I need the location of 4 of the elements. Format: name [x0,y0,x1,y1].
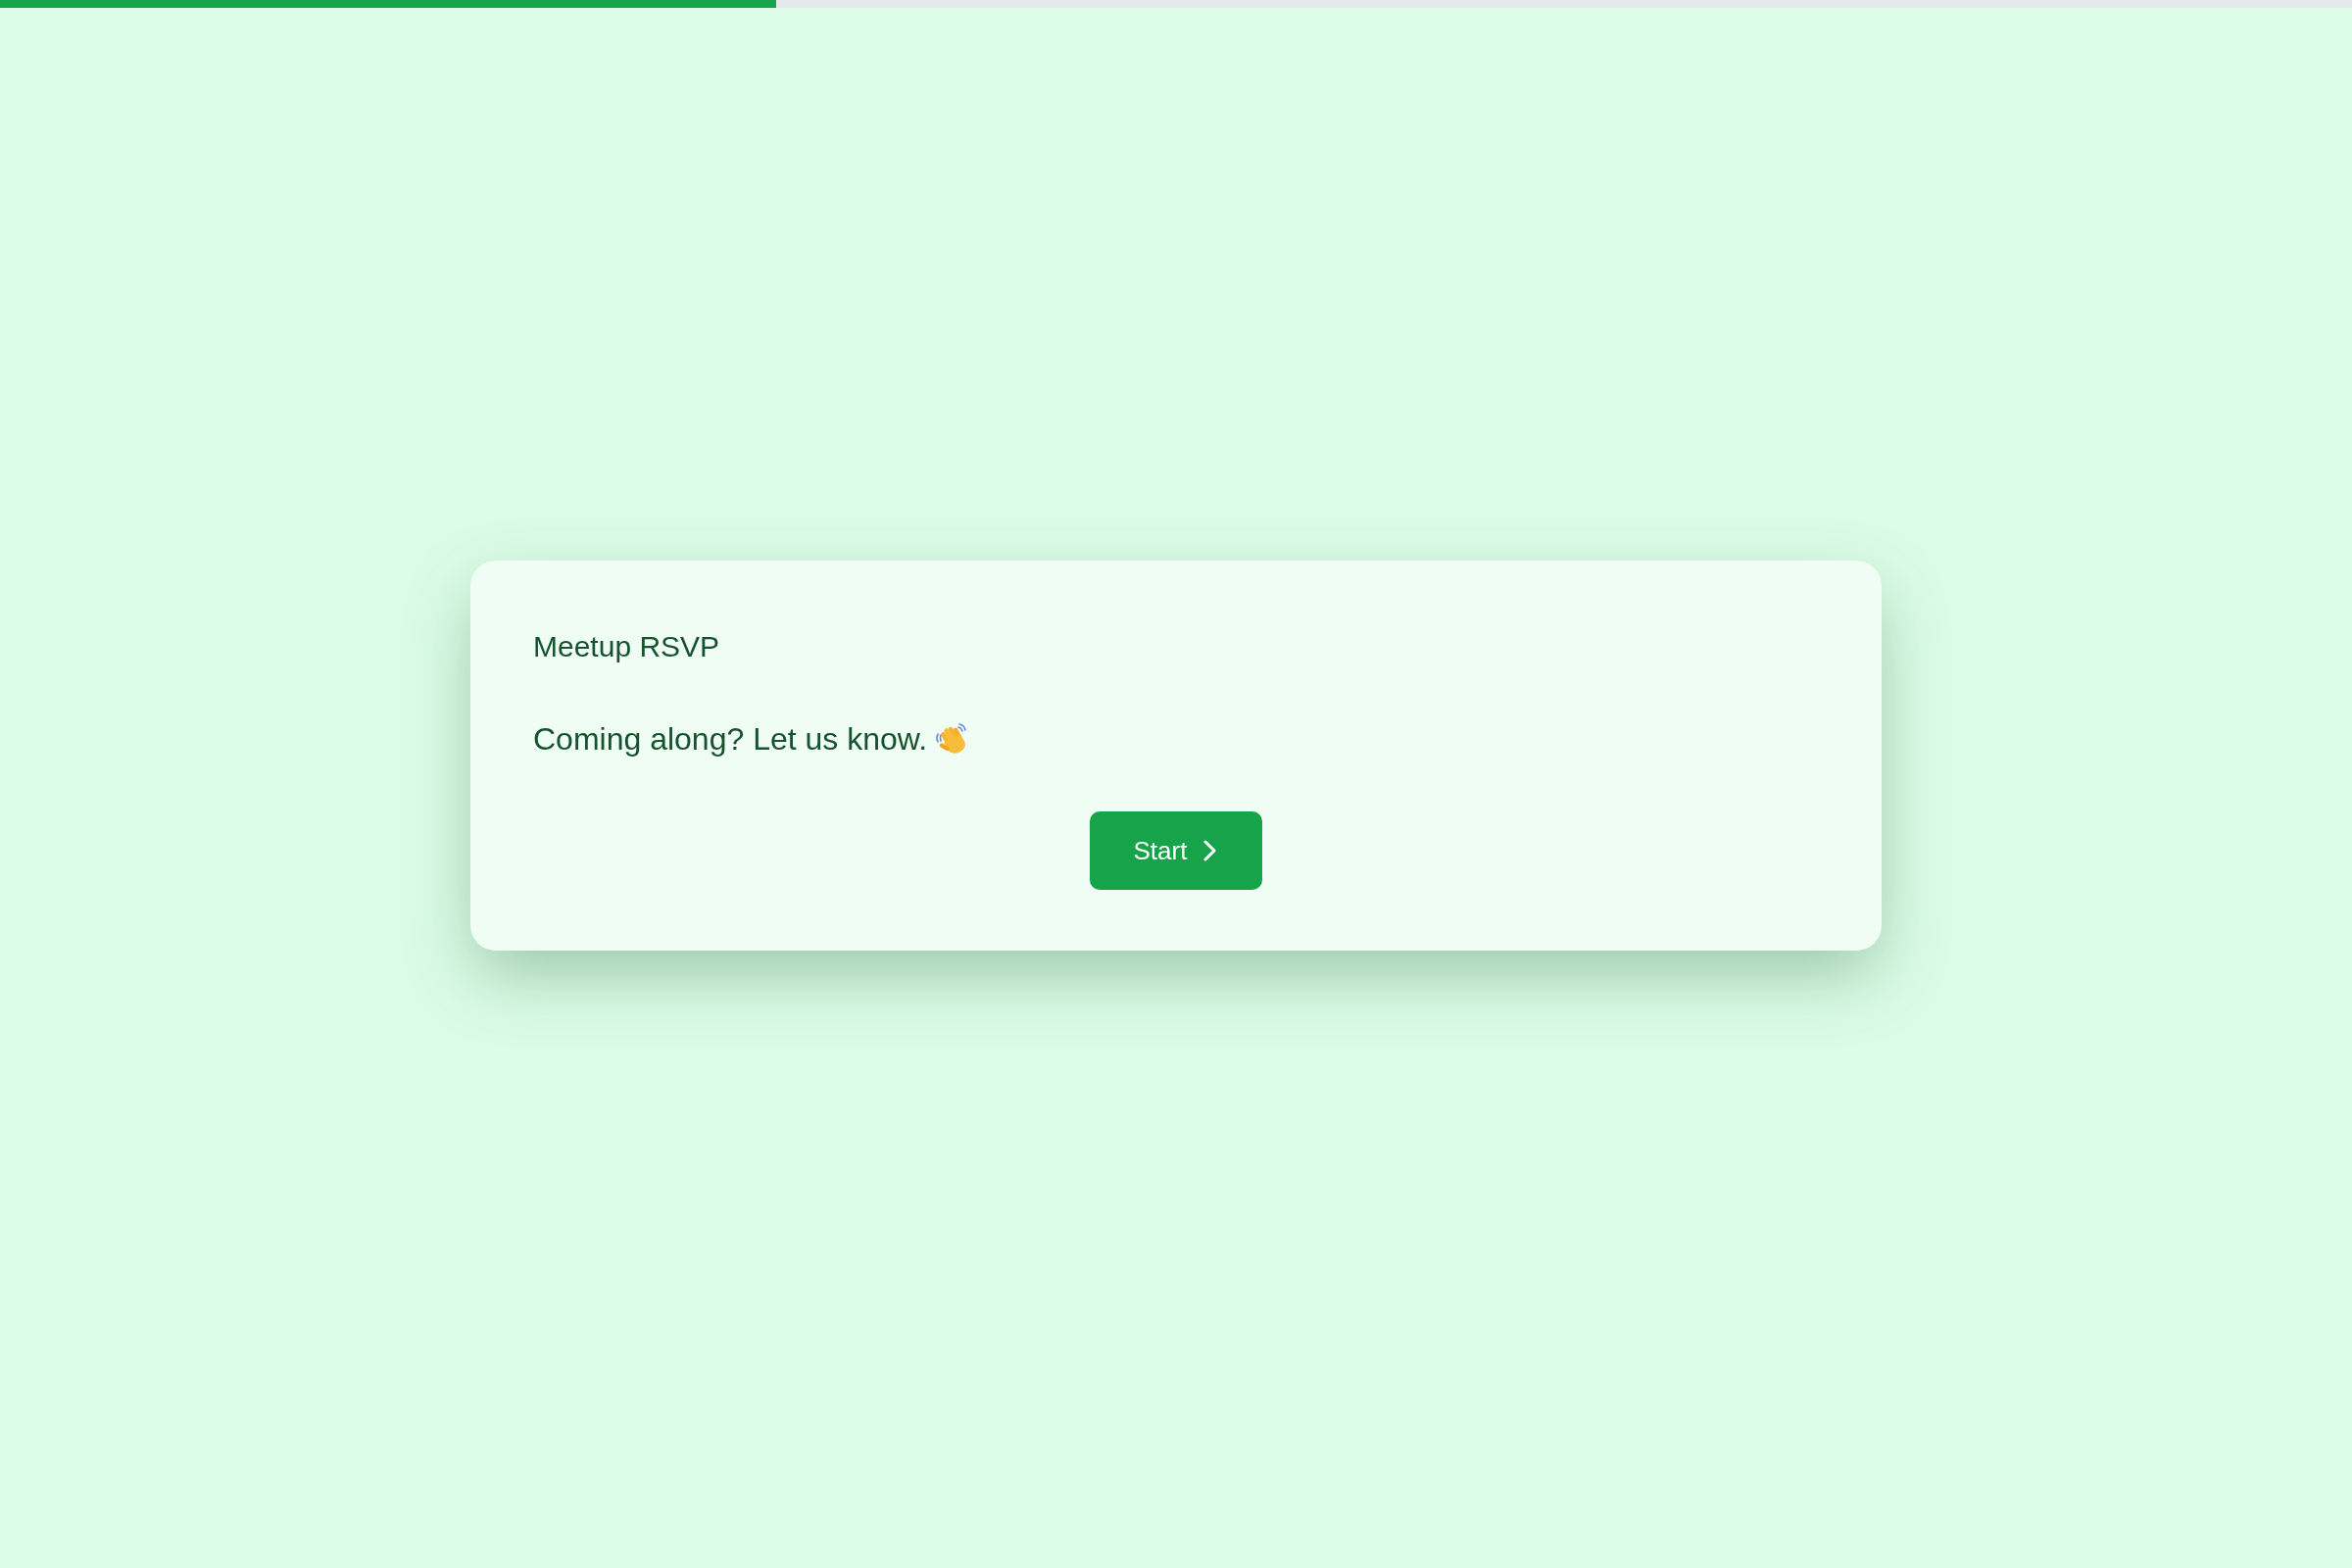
waving-hand-icon [935,722,969,756]
card-title: Meetup RSVP [533,629,720,664]
card-message: Coming along? Let us know. [533,720,928,759]
start-button[interactable]: Start [1090,811,1262,890]
